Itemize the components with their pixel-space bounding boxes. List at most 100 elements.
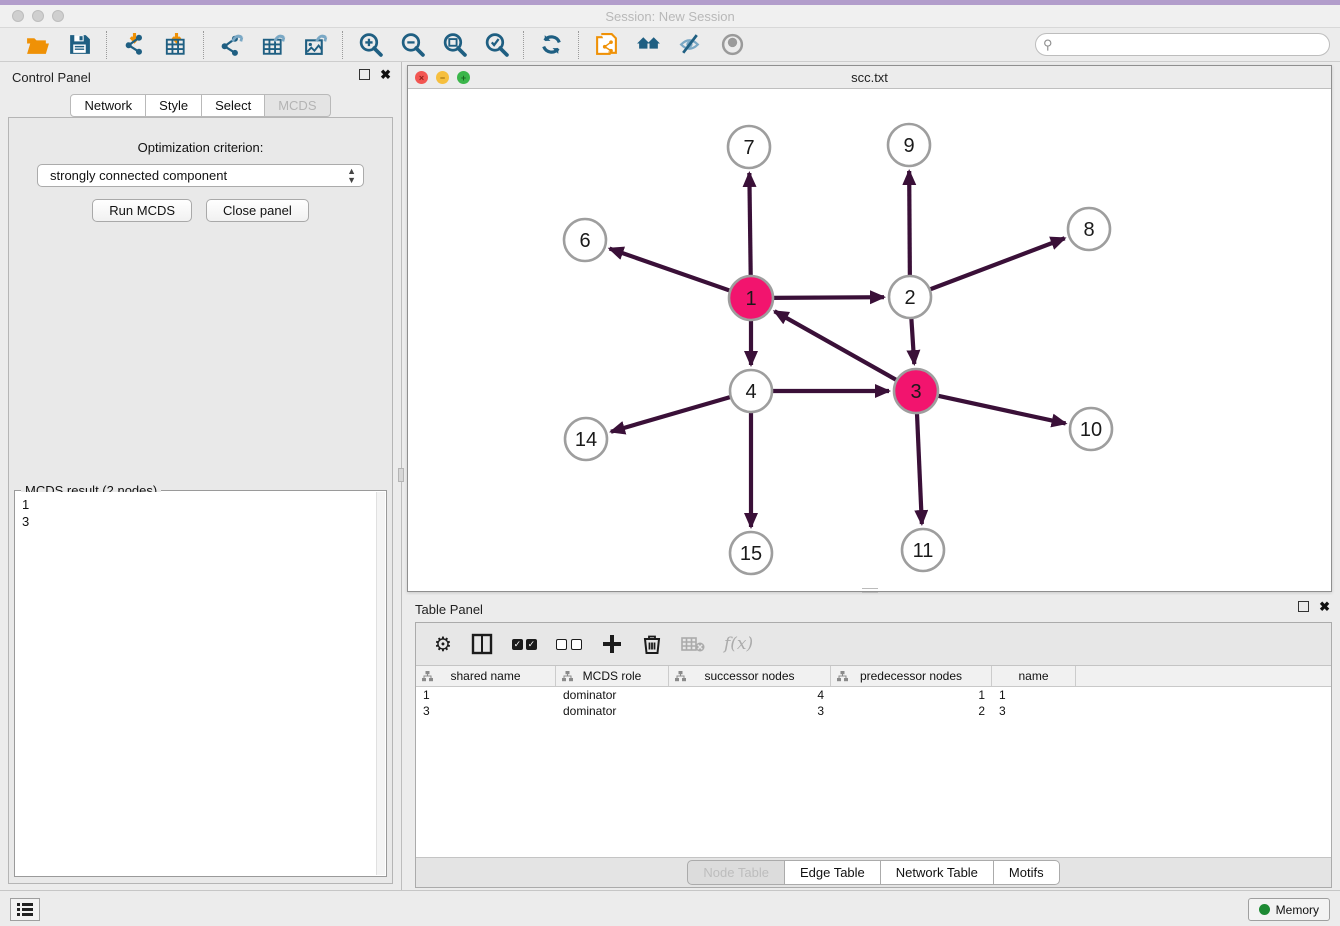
network-title: scc.txt bbox=[408, 70, 1331, 85]
table-cell[interactable]: dominator bbox=[556, 687, 669, 703]
tab-node-table[interactable]: Node Table bbox=[687, 860, 785, 885]
memory-status-icon bbox=[1259, 904, 1270, 915]
graph-edge-4-14[interactable] bbox=[611, 397, 732, 432]
window-title: Session: New Session bbox=[0, 9, 1340, 24]
network-graph[interactable]: 7 9 6 8 1 2 4 3 14 10 15 11 bbox=[408, 89, 1331, 591]
column-header-name[interactable]: name bbox=[992, 666, 1076, 686]
graph-node-2[interactable]: 2 bbox=[889, 276, 931, 318]
vertical-splitter-handle[interactable] bbox=[398, 468, 404, 482]
select-all-columns-icon[interactable]: ✓✓ bbox=[512, 639, 537, 650]
graph-node-14[interactable]: 14 bbox=[565, 418, 607, 460]
graph-edge-1-6[interactable] bbox=[610, 249, 732, 291]
zoom-in-icon[interactable] bbox=[356, 31, 384, 59]
tab-network-table[interactable]: Network Table bbox=[881, 860, 994, 885]
node-label: 11 bbox=[913, 540, 934, 562]
graph-node-10[interactable]: 10 bbox=[1070, 408, 1112, 450]
zoom-selected-icon[interactable] bbox=[482, 31, 510, 59]
network-window-titlebar[interactable]: × − + scc.txt bbox=[408, 66, 1331, 89]
tab-mcds[interactable]: MCDS bbox=[265, 94, 330, 117]
zoom-fit-icon[interactable] bbox=[440, 31, 468, 59]
node-label: 6 bbox=[579, 230, 590, 252]
table-cell[interactable]: 1 bbox=[992, 687, 1076, 703]
application-window: Session: New Session ⚲ Control Panel ✖ N… bbox=[0, 0, 1340, 926]
save-session-icon[interactable] bbox=[65, 31, 93, 59]
graph-node-11[interactable]: 11 bbox=[902, 529, 944, 571]
float-table-panel-icon[interactable] bbox=[1298, 601, 1309, 612]
run-mcds-button[interactable]: Run MCDS bbox=[92, 199, 192, 222]
network-view-window: × − + scc.txt 7 9 6 8 1 2 4 3 14 10 15 11 bbox=[407, 65, 1332, 592]
column-header-predecessor-nodes[interactable]: predecessor nodes bbox=[831, 666, 992, 686]
close-panel-icon[interactable]: ✖ bbox=[380, 69, 391, 80]
table-cell[interactable]: 3 bbox=[669, 703, 831, 719]
float-panel-icon[interactable] bbox=[359, 69, 370, 80]
memory-button-label: Memory bbox=[1276, 903, 1319, 917]
table-cell[interactable]: 4 bbox=[669, 687, 831, 703]
graph-node-8[interactable]: 8 bbox=[1068, 208, 1110, 250]
zoom-out-icon[interactable] bbox=[398, 31, 426, 59]
table-cell[interactable]: 3 bbox=[992, 703, 1076, 719]
close-panel-button[interactable]: Close panel bbox=[206, 199, 309, 222]
graph-node-1[interactable]: 1 bbox=[729, 276, 773, 320]
tab-edge-table[interactable]: Edge Table bbox=[785, 860, 881, 885]
graph-edge-2-8[interactable] bbox=[929, 238, 1065, 290]
node-label: 7 bbox=[743, 137, 754, 159]
graph-node-15[interactable]: 15 bbox=[730, 532, 772, 574]
export-table-icon[interactable] bbox=[259, 31, 287, 59]
graph-edge-1-7[interactable] bbox=[749, 173, 750, 277]
import-network-icon[interactable] bbox=[120, 31, 148, 59]
tab-style[interactable]: Style bbox=[146, 94, 202, 117]
close-table-panel-icon[interactable]: ✖ bbox=[1319, 601, 1330, 612]
graph-edge-3-1[interactable] bbox=[775, 311, 898, 380]
column-header-MCDS-role[interactable]: MCDS role bbox=[556, 666, 669, 686]
graph-edge-2-9[interactable] bbox=[909, 171, 910, 277]
column-header-shared-name[interactable]: shared name bbox=[416, 666, 556, 686]
table-row[interactable]: 1dominator411 bbox=[416, 687, 1331, 703]
search-input[interactable] bbox=[1035, 33, 1330, 56]
control-panel: Control Panel ✖ NetworkStyleSelectMCDS O… bbox=[0, 62, 402, 890]
first-neighbors-icon[interactable] bbox=[634, 31, 662, 59]
export-image-icon[interactable] bbox=[301, 31, 329, 59]
node-label: 8 bbox=[1083, 219, 1094, 241]
criterion-dropdown[interactable]: strongly connected component ▲▼ bbox=[37, 164, 364, 187]
graph-node-9[interactable]: 9 bbox=[888, 124, 930, 166]
unselect-all-columns-icon[interactable] bbox=[556, 639, 582, 650]
control-panel-header: Control Panel ✖ bbox=[0, 62, 401, 92]
column-header-label: successor nodes bbox=[704, 669, 794, 683]
titlebar[interactable]: Session: New Session bbox=[0, 5, 1340, 28]
add-column-icon[interactable] bbox=[601, 633, 623, 655]
result-scrollbar[interactable] bbox=[376, 492, 385, 875]
graph-edge-3-11[interactable] bbox=[917, 412, 922, 524]
graph-edge-3-10[interactable] bbox=[937, 395, 1066, 423]
table-settings-icon[interactable]: ⚙ bbox=[434, 632, 452, 657]
refresh-icon[interactable] bbox=[537, 31, 565, 59]
table-cell[interactable]: 3 bbox=[416, 703, 556, 719]
graph-node-7[interactable]: 7 bbox=[728, 126, 770, 168]
graph-node-3[interactable]: 3 bbox=[894, 369, 938, 413]
graph-node-6[interactable]: 6 bbox=[564, 219, 606, 261]
memory-button[interactable]: Memory bbox=[1248, 898, 1330, 921]
table-cell[interactable]: 2 bbox=[831, 703, 992, 719]
graph-node-4[interactable]: 4 bbox=[730, 370, 772, 412]
import-table-icon[interactable] bbox=[162, 31, 190, 59]
mcds-result-text[interactable]: 13 bbox=[16, 492, 376, 875]
open-session-icon[interactable] bbox=[23, 31, 51, 59]
table-cell[interactable]: 1 bbox=[831, 687, 992, 703]
table-cell[interactable]: dominator bbox=[556, 703, 669, 719]
show-all-icon[interactable] bbox=[718, 31, 746, 59]
hide-selected-icon[interactable] bbox=[676, 31, 704, 59]
show-columns-icon[interactable] bbox=[471, 633, 493, 655]
delete-column-icon[interactable] bbox=[642, 633, 662, 655]
task-history-button[interactable] bbox=[10, 898, 40, 921]
export-network-icon[interactable] bbox=[217, 31, 245, 59]
graph-edge-2-3[interactable] bbox=[911, 317, 914, 364]
control-panel-tabs: NetworkStyleSelectMCDS bbox=[0, 94, 401, 117]
graph-edge-1-2[interactable] bbox=[772, 297, 884, 298]
tab-select[interactable]: Select bbox=[202, 94, 265, 117]
table-cell[interactable]: 1 bbox=[416, 687, 556, 703]
table-row[interactable]: 3dominator323 bbox=[416, 703, 1331, 719]
duplicate-network-icon[interactable] bbox=[592, 31, 620, 59]
tab-motifs[interactable]: Motifs bbox=[994, 860, 1060, 885]
tab-network[interactable]: Network bbox=[70, 94, 146, 117]
horizontal-splitter-handle[interactable] bbox=[862, 588, 878, 593]
column-header-successor-nodes[interactable]: successor nodes bbox=[669, 666, 831, 686]
